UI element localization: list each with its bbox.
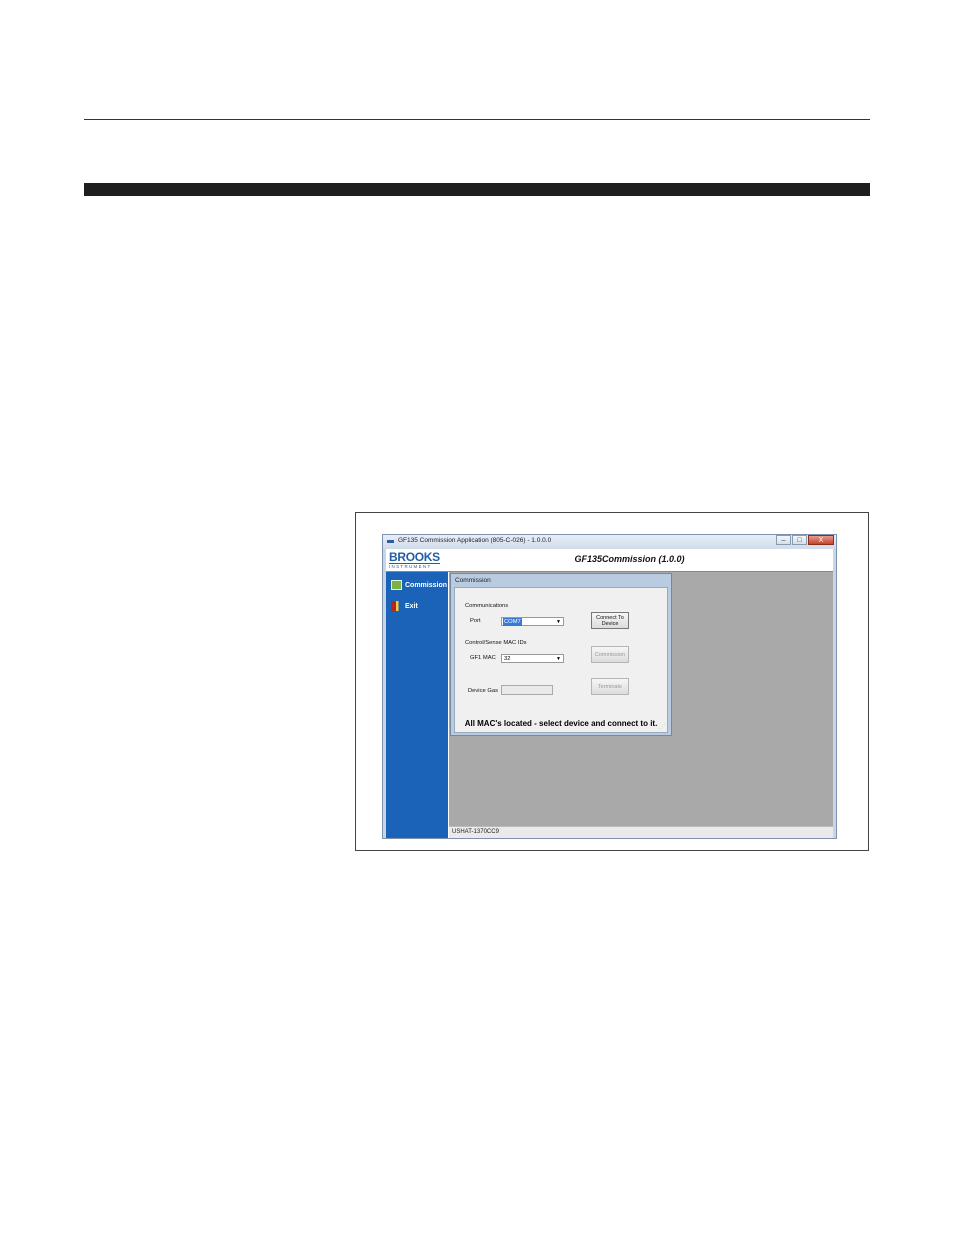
sidebar-item-label: Commission — [405, 581, 448, 589]
port-select[interactable]: COM7 ▼ — [501, 617, 564, 626]
status-message: All MAC's located - select device and co… — [464, 719, 658, 728]
device-gas-label: Device Gas — [468, 688, 498, 694]
commission-button[interactable]: Commission — [591, 646, 629, 663]
status-text: USHAT-1370CC9 — [452, 829, 499, 835]
chevron-down-icon: ▼ — [556, 619, 561, 625]
status-bar: USHAT-1370CC9 — [449, 826, 833, 838]
gf1mac-label: GF1 MAC — [470, 655, 496, 661]
minimize-button[interactable]: – — [776, 535, 791, 545]
maximize-button[interactable]: □ — [792, 535, 807, 545]
commission-window-title: Commission — [455, 577, 491, 584]
mac-group-label: Control/Sense MAC IDs — [465, 640, 527, 646]
sidebar-item-exit[interactable]: Exit — [391, 599, 418, 613]
terminate-button[interactable]: Terminate — [591, 678, 629, 695]
app-icon — [387, 540, 394, 543]
port-value: COM7 — [503, 618, 522, 626]
title-bar[interactable]: GF135 Commission Application (805-C-026)… — [383, 535, 836, 549]
resize-grip-icon[interactable]: ⋰ — [660, 724, 665, 730]
header-rule — [84, 119, 870, 120]
sidebar: Commission Exit — [386, 572, 448, 838]
communications-label: Communications — [465, 603, 509, 609]
device-gas-field[interactable] — [501, 685, 553, 695]
app-title: GF135Commission (1.0.0) — [574, 554, 685, 564]
commission-icon — [391, 580, 402, 590]
app-header: BROOKS INSTRUMENT GF135Commission (1.0.0… — [386, 549, 833, 572]
gf1mac-value: 32 — [504, 656, 511, 662]
exit-icon — [391, 601, 402, 611]
commission-form: Communications Port COM7 ▼ Connect To De… — [454, 587, 668, 733]
commission-window: Commission Communications Port COM7 ▼ Co… — [450, 573, 672, 736]
sidebar-item-label: Exit — [405, 602, 418, 610]
connect-button[interactable]: Connect To Device — [591, 612, 629, 629]
window-title: GF135 Commission Application (805-C-026)… — [398, 537, 552, 544]
section-bar — [84, 183, 870, 196]
chevron-down-icon: ▼ — [556, 656, 561, 662]
window-controls: – □ X — [775, 535, 834, 546]
sidebar-item-commission[interactable]: Commission — [391, 578, 447, 592]
close-button[interactable]: X — [808, 535, 834, 545]
gf1mac-select[interactable]: 32 ▼ — [501, 654, 564, 663]
port-label: Port — [470, 618, 481, 624]
